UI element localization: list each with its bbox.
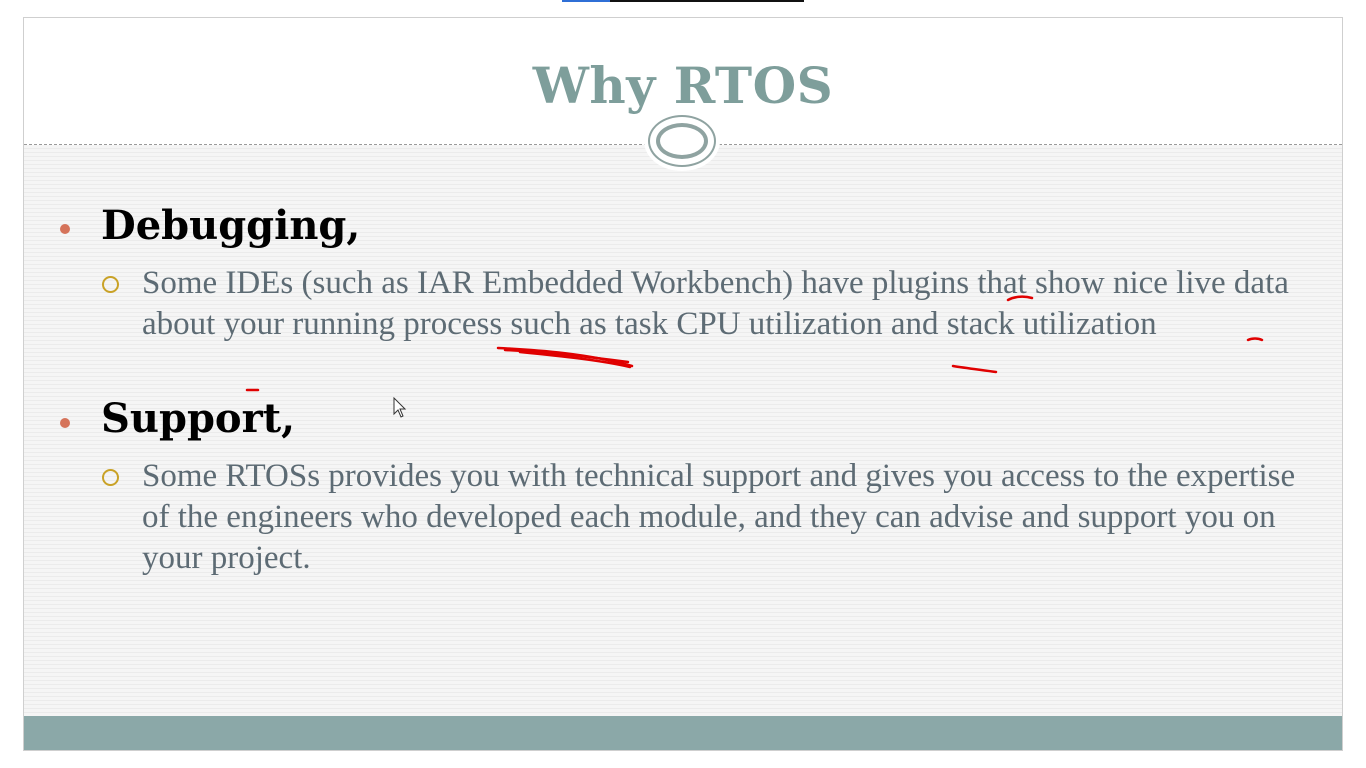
video-progress-fill — [562, 0, 611, 2]
section-text-support: Some RTOSs provides you with technical s… — [142, 458, 1296, 576]
slide-title: Why RTOS — [532, 56, 834, 115]
mouse-cursor-icon — [393, 397, 407, 418]
bullet-icon — [60, 418, 70, 428]
slide: Why RTOS Debugging, Some IDEs (such as I… — [23, 17, 1343, 751]
section-heading-debugging: Debugging, — [101, 202, 361, 249]
section-text-debugging: Some IDEs (such as IAR Embedded Workbenc… — [142, 265, 1289, 342]
double-ring-icon — [648, 115, 716, 167]
sub-bullet-icon — [102, 276, 119, 293]
slide-footer-bar — [24, 716, 1342, 750]
section-heading-support: Support, — [101, 395, 296, 442]
sub-bullet-icon — [102, 469, 119, 486]
video-progress-bar[interactable] — [562, 0, 804, 2]
bullet-icon — [60, 224, 70, 234]
